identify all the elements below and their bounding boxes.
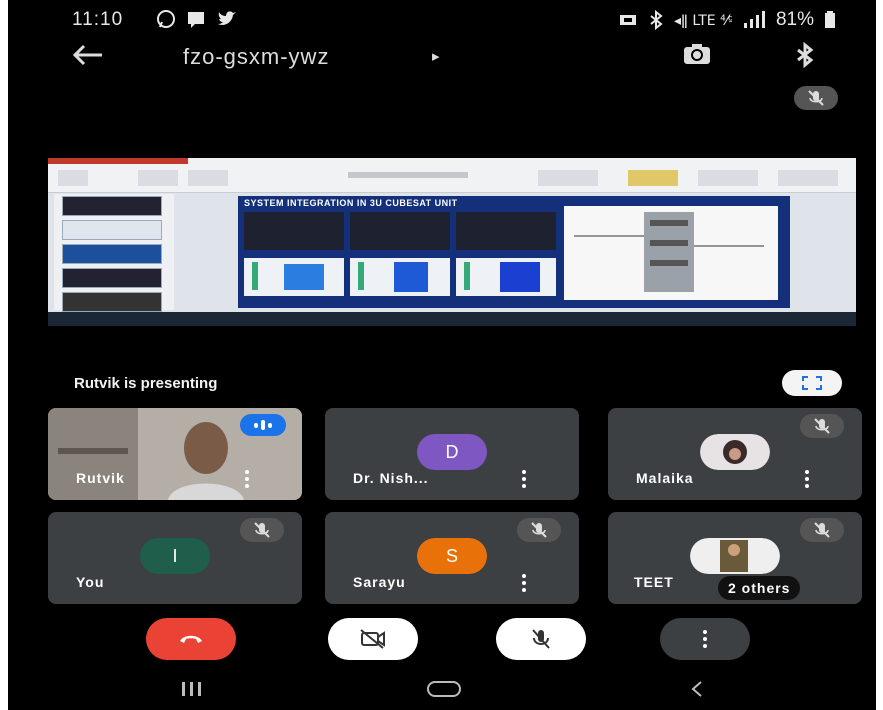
fullscreen-button[interactable] [782,370,842,396]
camera-toggle-button[interactable] [328,618,418,660]
volte-icon: ◂ǁ LTE ⁴⁄ᵍ [674,13,732,29]
avatar: I [140,538,210,574]
sync-icon [619,15,636,25]
slide-image [350,212,450,250]
mic-off-icon [814,418,830,434]
slide-thumb[interactable] [62,220,162,240]
slide-image [244,212,344,250]
fea-plot-icon [252,262,324,290]
presenting-label: Rutvik is presenting [74,375,218,392]
mute-badge [800,518,844,542]
cubesat-diagram [564,206,778,300]
participant-tile-you[interactable]: I You [48,512,302,604]
mic-toggle-button[interactable] [496,618,586,660]
slide-image [350,258,450,296]
whatsapp-icon [157,10,175,28]
avatar: S [417,538,487,574]
cubesat-assembly-icon [574,212,764,292]
slide-thumb[interactable] [62,268,162,288]
switch-camera-icon[interactable] [682,42,712,66]
mic-off-icon [814,522,830,538]
slide-image [456,212,556,250]
participant-name: Sarayu [353,574,406,590]
avatar [690,538,780,574]
more-options-icon[interactable] [521,574,527,592]
windows-taskbar [48,312,856,326]
meeting-code[interactable]: fzo-gsxm-ywz [183,44,329,70]
more-options-button[interactable] [660,618,750,660]
participant-tile-dr-nish[interactable]: D Dr. Nish... [325,408,579,500]
presentation-view[interactable]: SYSTEM INTEGRATION IN 3U CUBESAT UNIT Ru… [48,80,856,402]
slide-image [244,258,344,296]
bluetooth-audio-icon[interactable] [794,42,816,68]
ribbon-icons [48,158,838,186]
participant-name: Malaika [636,470,694,486]
svg-text:◂ǁ LTE ⁴⁄ᵍ: ◂ǁ LTE ⁴⁄ᵍ [674,13,732,29]
fullscreen-icon [802,376,822,390]
arrow-left-icon[interactable] [70,40,106,70]
mic-off-icon [254,522,270,538]
end-call-button[interactable] [146,618,236,660]
notification-icons [156,9,238,29]
camera-off-icon [360,629,385,649]
participant-tile-rutvik[interactable]: Rutvik [48,408,302,500]
avatar: D [417,434,487,470]
speaking-indicator [240,414,286,436]
mic-off-icon [808,90,824,106]
mute-badge [517,518,561,542]
current-slide: SYSTEM INTEGRATION IN 3U CUBESAT UNIT [238,196,790,308]
mute-badge [800,414,844,438]
android-navbar [8,668,876,710]
participant-tile-teet[interactable]: TEET 2 others [608,512,862,604]
more-options-icon[interactable] [804,470,810,488]
more-options-icon[interactable] [244,470,250,488]
slide-thumbnails [54,194,174,312]
home-icon[interactable] [426,680,462,698]
meet-screen: 11:10 ◂ǁ LTE ⁴⁄ᵍ 81% fzo-gsxm-ywz ▸ SYST… [8,0,876,710]
participant-name: TEET [634,574,674,590]
nav-back-icon[interactable] [688,680,706,698]
mute-badge [240,518,284,542]
shared-screen: SYSTEM INTEGRATION IN 3U CUBESAT UNIT [48,158,856,326]
slide-heading: SYSTEM INTEGRATION IN 3U CUBESAT UNIT [244,198,458,208]
mic-off-icon [532,629,550,649]
participant-name: Rutvik [76,470,125,486]
battery-icon [825,11,835,28]
call-controls [8,618,876,664]
twitter-icon [218,11,236,25]
fea-plot-icon [464,262,540,292]
participant-name: You [76,574,105,590]
participant-tile-sarayu[interactable]: S Sarayu [325,512,579,604]
slide-thumb[interactable] [62,244,162,264]
slide-thumb[interactable] [62,196,162,216]
slide-thumb[interactable] [62,292,162,312]
slide-image [456,258,556,296]
presentation-mute-badge [794,86,838,110]
meeting-details-arrow[interactable]: ▸ [432,47,440,65]
others-count[interactable]: 2 others [718,576,801,600]
meeting-header: fzo-gsxm-ywz ▸ [8,38,876,78]
bluetooth-icon [650,10,663,30]
status-time: 11:10 [72,9,124,30]
participant-name: Dr. Nish... [353,470,429,486]
message-icon [188,12,204,28]
more-options-icon [703,630,707,648]
status-bar: 11:10 ◂ǁ LTE ⁴⁄ᵍ 81% [8,6,876,34]
participant-tile-malaika[interactable]: Malaika [608,408,862,500]
more-options-icon[interactable] [521,470,527,488]
end-call-icon [180,635,202,643]
battery-percent: 81% [775,9,814,30]
avatar [700,434,770,470]
app-ribbon [48,158,856,193]
system-icons: ◂ǁ LTE ⁴⁄ᵍ 81% [618,9,836,31]
fea-plot-icon [358,262,428,292]
mic-off-icon [531,522,547,538]
signal-icon [743,11,765,28]
recent-apps-icon[interactable] [180,680,204,698]
